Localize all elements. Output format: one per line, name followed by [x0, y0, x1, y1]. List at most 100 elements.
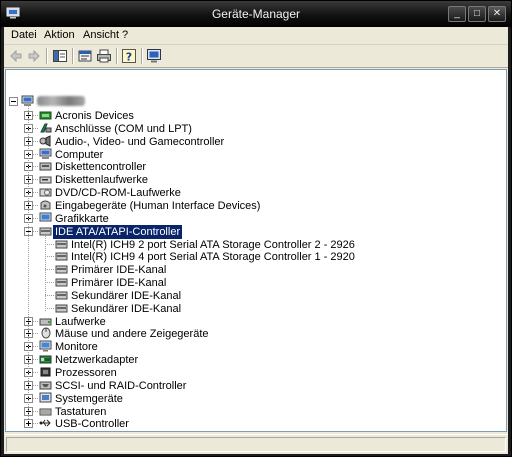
scan-hardware-icon[interactable] — [146, 48, 162, 64]
tree-connector — [33, 115, 38, 116]
tree-connector — [33, 179, 38, 181]
tree-category[interactable]: Systemgeräte — [39, 392, 479, 405]
menu-datei[interactable]: Datei — [11, 29, 37, 41]
floppy-drive-icon — [39, 176, 52, 184]
computer-icon — [39, 148, 52, 159]
device-tree[interactable]: Acronis Devices Anschlüsse (COM und LPT) A… — [5, 69, 507, 432]
device-manager-window: Geräte-Manager _ □ ✕ Datei Aktion Ansich… — [0, 0, 512, 457]
help-icon[interactable]: ? — [121, 48, 137, 64]
toolbar-separator — [46, 48, 48, 64]
tree-connector — [33, 127, 38, 129]
ide-channel-icon — [55, 252, 68, 261]
tree-category[interactable]: Diskettencontroller — [39, 161, 479, 173]
tree-connector — [33, 384, 38, 386]
computer-name-redacted — [37, 96, 85, 106]
expand-toggle[interactable] — [24, 419, 33, 429]
tree-category[interactable]: SCSI- und RAID-Controller — [39, 380, 479, 392]
tree-category[interactable]: Diskettenlaufwerke — [39, 174, 479, 186]
tree-connector — [33, 230, 38, 232]
back-arrow-icon[interactable] — [8, 48, 24, 64]
tree-category[interactable]: Computer — [39, 148, 479, 161]
tree-connector — [45, 256, 54, 258]
tree-device[interactable]: Primärer IDE-Kanal — [55, 277, 475, 289]
scsi-icon — [39, 381, 52, 390]
tree-root[interactable] — [21, 95, 221, 108]
toolbar-separator — [141, 48, 143, 64]
status-pane — [6, 437, 506, 452]
tree-connector — [45, 282, 54, 284]
tree-connector — [33, 397, 38, 399]
tree-device[interactable]: Sekundärer IDE-Kanal — [55, 290, 475, 302]
keyboard-icon — [39, 408, 52, 416]
tree-connector — [33, 410, 38, 412]
tree-connector — [33, 153, 38, 155]
tree-connector — [28, 104, 29, 420]
tree-connector — [33, 166, 38, 168]
tree-category[interactable]: Mäuse und andere Zeigegeräte — [39, 327, 479, 340]
port-icon — [40, 123, 52, 133]
mouse-icon — [41, 327, 51, 339]
tree-category[interactable]: Anschlüsse (COM und LPT) — [39, 123, 479, 135]
tree-connector — [33, 359, 38, 361]
display-icon — [39, 212, 52, 222]
tree-connector — [33, 372, 38, 373]
tree-category-label: USB-Controller — [55, 418, 129, 431]
tree-connector — [45, 307, 54, 309]
toolbar: ? — [4, 45, 508, 68]
network-adapter-icon — [39, 355, 52, 364]
tree-connector — [33, 204, 38, 206]
processor-icon — [40, 367, 51, 377]
tree-category[interactable]: Eingabegeräte (Human Interface Devices) — [39, 200, 479, 212]
tree-device[interactable]: Sekundärer IDE-Kanal — [55, 303, 475, 315]
hid-icon — [40, 200, 51, 210]
tree-category[interactable]: IDE ATA/ATAPI-Controller — [39, 224, 479, 239]
tree-connector — [33, 140, 38, 142]
maximize-button[interactable]: □ — [468, 6, 486, 22]
tree-connector — [33, 192, 38, 194]
menu-aktion[interactable]: Aktion — [44, 29, 75, 41]
toolbar-separator — [116, 48, 118, 64]
tree-device[interactable]: Intel(R) ICH9 4 port Serial ATA Storage … — [55, 251, 475, 263]
window-client-area: Datei Aktion Ansicht ? ? Acronis Devices… — [4, 27, 508, 454]
tree-category[interactable]: Laufwerke — [39, 316, 479, 328]
tree-connector — [45, 269, 54, 271]
tree-connector — [33, 333, 38, 335]
menu-help[interactable]: ? — [122, 29, 128, 41]
tree-category[interactable]: Netzwerkadapter — [39, 354, 479, 366]
disk-drive-icon — [39, 318, 52, 326]
tree-category[interactable]: USB-Controller — [39, 418, 479, 430]
minimize-button[interactable]: _ — [448, 6, 466, 22]
ide-channel-icon — [55, 265, 68, 274]
properties-icon[interactable] — [77, 48, 93, 64]
tree-category[interactable]: DVD/CD-ROM-Laufwerke — [39, 187, 479, 199]
ide-channel-icon — [55, 304, 68, 313]
tree-category[interactable]: Prozessoren — [39, 367, 479, 379]
acronis-icon — [39, 111, 52, 120]
tree-category[interactable]: Acronis Devices — [39, 110, 479, 122]
tree-category[interactable]: Tastaturen — [39, 406, 479, 418]
tree-connector — [33, 217, 38, 219]
ide-channel-icon — [55, 291, 68, 300]
tree-connector — [33, 320, 38, 322]
system-devices-icon — [39, 392, 52, 403]
show-hide-tree-icon[interactable] — [52, 48, 68, 64]
tree-connector — [45, 243, 54, 245]
tree-category[interactable]: Audio-, Video- und Gamecontroller — [39, 134, 479, 148]
menu-ansicht[interactable]: Ansicht — [83, 29, 119, 41]
tree-connector — [33, 423, 38, 425]
forward-arrow-icon[interactable] — [26, 48, 42, 64]
tree-device[interactable]: Intel(R) ICH9 2 port Serial ATA Storage … — [55, 239, 475, 251]
title-bar[interactable]: Geräte-Manager _ □ ✕ — [1, 1, 511, 27]
monitor-icon — [39, 340, 52, 352]
audio-icon — [39, 134, 51, 147]
ide-channel-icon — [55, 278, 68, 287]
print-icon[interactable] — [96, 48, 112, 64]
tree-category[interactable]: Monitore — [39, 340, 479, 353]
tree-category[interactable]: Grafikkarte — [39, 212, 479, 225]
svg-text:?: ? — [126, 51, 132, 64]
close-button[interactable]: ✕ — [488, 6, 506, 22]
usb-icon — [39, 420, 51, 427]
root-collapse-toggle[interactable] — [9, 97, 18, 106]
tree-device[interactable]: Primärer IDE-Kanal — [55, 264, 475, 276]
window-title: Geräte-Manager — [211, 7, 301, 21]
